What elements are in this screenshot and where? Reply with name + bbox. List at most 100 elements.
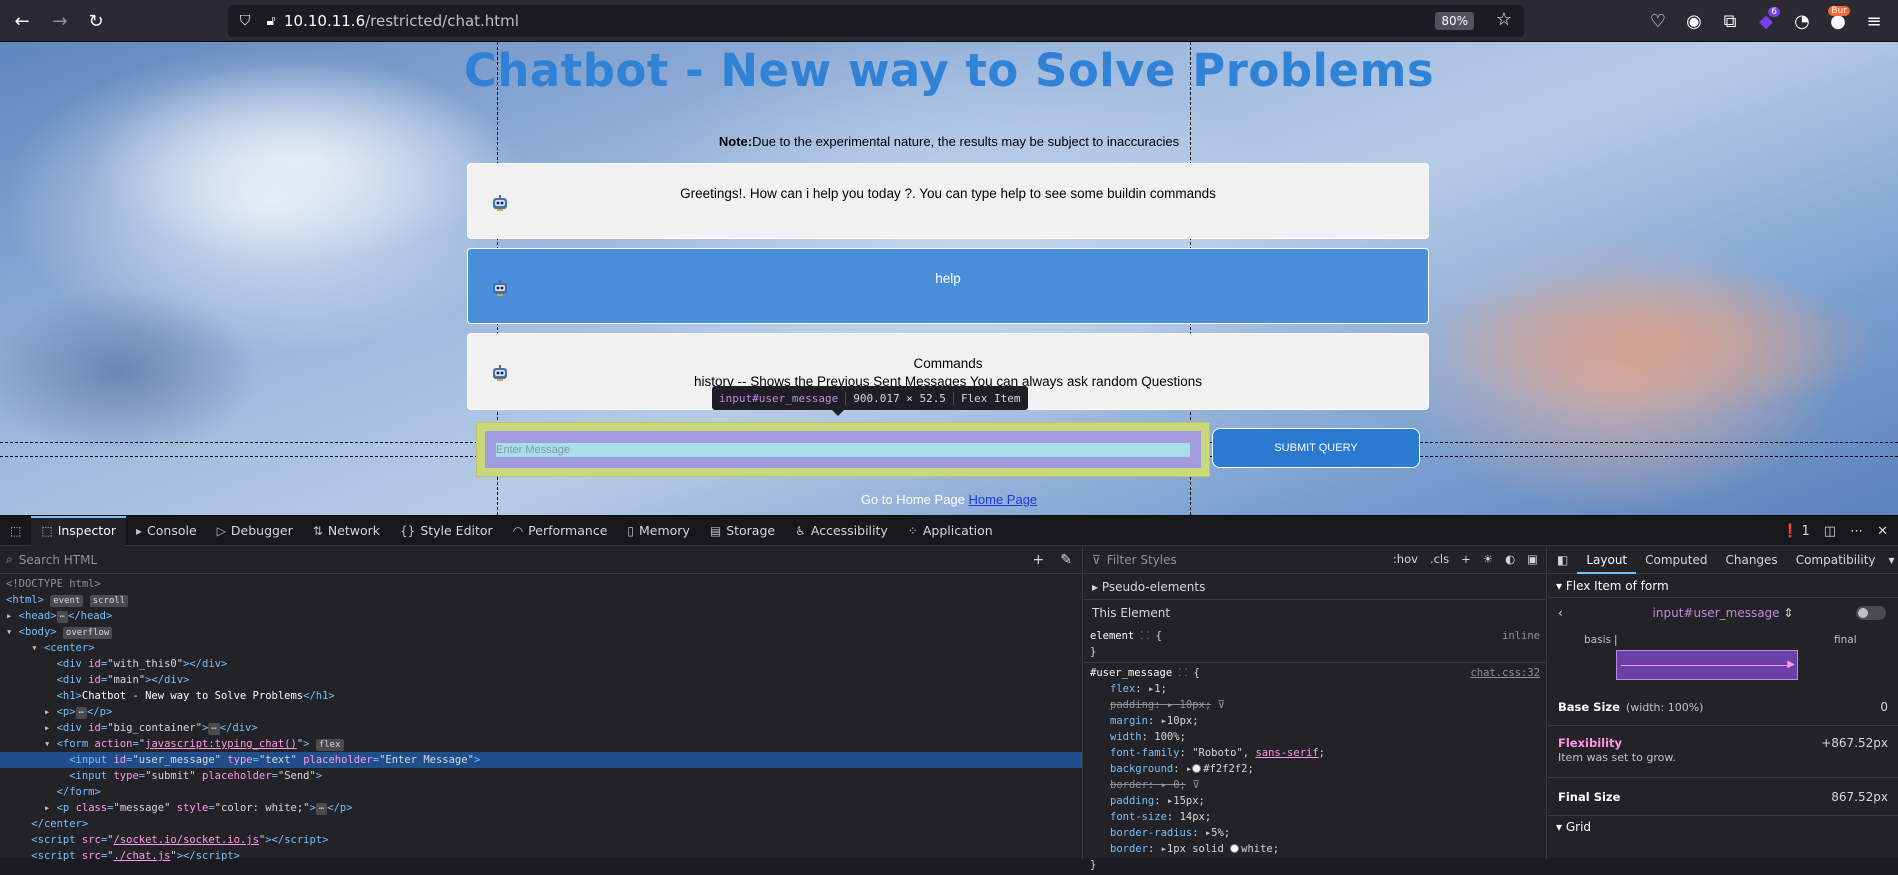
tab-debugger[interactable]: ▷ Debugger: [207, 516, 303, 546]
tab-console[interactable]: ▸ Console: [126, 516, 207, 546]
css-prop[interactable]: font-family: "Roboto", sans-serif;: [1090, 745, 1540, 761]
console-icon: ▸: [136, 523, 143, 538]
css-prop[interactable]: font-size: 14px;: [1090, 809, 1540, 825]
forward-arrow-icon[interactable]: →: [44, 5, 76, 37]
shield-icon[interactable]: ⛉: [232, 13, 258, 29]
tree-line[interactable]: ▾ <center>: [0, 640, 1082, 656]
more-options-icon[interactable]: ⋯: [1850, 524, 1863, 539]
tree-line[interactable]: <html> event scroll: [0, 592, 1082, 608]
tab-layout[interactable]: Layout: [1577, 546, 1636, 574]
tab-performance[interactable]: ◠ Performance: [503, 516, 618, 546]
css-prop[interactable]: padding: ▸ 10px; ⊽: [1090, 697, 1540, 713]
css-prop[interactable]: padding: ▸15px;: [1090, 793, 1540, 809]
styles-filter[interactable]: ⊽ Filter Styles :hov .cls + ☀ ◐ ▣: [1084, 546, 1546, 574]
url-bar[interactable]: ⛉ 🔓︎ 10.10.11.6/restricted/chat.html 80%…: [228, 5, 1524, 37]
tree-line[interactable]: <!DOCTYPE html>: [0, 576, 1082, 592]
highlight-toggle[interactable]: [1856, 606, 1886, 620]
css-prop[interactable]: background: ▸ #f2f2f2;: [1090, 761, 1540, 777]
tab-changes[interactable]: Changes: [1716, 546, 1786, 574]
tab-inspector[interactable]: ⬚ Inspector: [31, 515, 126, 546]
css-prop[interactable]: width: 100%;: [1090, 729, 1540, 745]
tree-line[interactable]: </form>: [0, 784, 1082, 800]
rule-source-link[interactable]: chat.css:32: [1470, 665, 1540, 681]
burp-extension-icon[interactable]: ● Bur: [1822, 5, 1854, 37]
css-prop[interactable]: border: ▸1px solid white;: [1090, 841, 1540, 857]
final-size-row: Final Size 867.52px: [1548, 778, 1898, 816]
tree-line[interactable]: <script src="/socket.io/socket.io.js"></…: [0, 832, 1082, 848]
error-count[interactable]: ❗ 1: [1782, 524, 1809, 539]
dock-side-icon[interactable]: ◫: [1824, 524, 1836, 539]
url-path: /restricted/chat.html: [365, 12, 519, 30]
css-prop[interactable]: border: ▸ 0; ⊽: [1090, 777, 1540, 793]
tree-line[interactable]: <script src="./chat.js"></script>: [0, 848, 1082, 864]
spy-extension-icon[interactable]: ◔: [1786, 5, 1818, 37]
this-element-heading: This Element: [1092, 606, 1171, 620]
css-prop[interactable]: border-radius: ▸5%;: [1090, 825, 1540, 841]
tree-line[interactable]: ▸ <p> ⋯ </p>: [0, 704, 1082, 720]
tab-compatibility[interactable]: Compatibility: [1787, 546, 1885, 574]
robot-avatar-icon: [490, 278, 510, 298]
tree-line[interactable]: ▸ <p class="message" style="color: white…: [0, 800, 1082, 816]
submit-query-button[interactable]: SUBMIT QUERY: [1212, 428, 1420, 468]
tree-line[interactable]: <input type="submit" placeholder="Send">: [0, 768, 1082, 784]
menu-icon[interactable]: ≡: [1858, 5, 1890, 37]
tree-line[interactable]: <div id="main"></div>: [0, 672, 1082, 688]
account-icon[interactable]: ◉: [1678, 5, 1710, 37]
bookmark-star-icon[interactable]: ☆: [1496, 9, 1512, 30]
tab-memory[interactable]: ▯ Memory: [617, 516, 699, 546]
html-search[interactable]: ⌕ Search HTML + ✎: [0, 546, 1082, 574]
reload-icon[interactable]: ↻: [80, 5, 112, 37]
light-scheme-icon[interactable]: ☀: [1483, 552, 1493, 566]
tab-network[interactable]: ⇅ Network: [303, 516, 390, 546]
message-text: help: [935, 271, 961, 286]
grid-section-heading[interactable]: ▾ Grid: [1548, 816, 1898, 838]
tab-application[interactable]: ⁘ Application: [898, 516, 1003, 546]
flex-item-heading[interactable]: ▾ Flex Item of form: [1548, 574, 1898, 598]
message-input[interactable]: [496, 443, 1190, 457]
eyedropper-icon[interactable]: ✎: [1060, 552, 1072, 568]
print-media-icon[interactable]: ▣: [1527, 552, 1538, 566]
pseudo-elements-section[interactable]: ▸ Pseudo-elements: [1084, 574, 1546, 600]
element-picker-icon[interactable]: ⬚: [0, 516, 31, 546]
tree-line[interactable]: ▾ <form action="javascript:typing_chat()…: [0, 736, 1082, 752]
home-page-link[interactable]: Home Page: [969, 492, 1038, 507]
filter-styles-placeholder: Filter Styles: [1106, 552, 1177, 567]
tree-line-selected[interactable]: <input id="user_message" type="text" pla…: [0, 752, 1082, 768]
final-label: final: [1834, 634, 1857, 646]
tab-computed[interactable]: Computed: [1636, 546, 1716, 574]
tree-line[interactable]: <h1>Chatbot - New way to Solve Problems<…: [0, 688, 1082, 704]
tree-line[interactable]: <div id="with_this0"></div>: [0, 656, 1082, 672]
toolbar-right-icons: ♡ ◉ ⧉ ◆ 6 ◔ ● Bur ≡: [1642, 0, 1898, 42]
application-icon: ⁘: [907, 523, 918, 538]
lock-icon[interactable]: 🔓︎: [258, 13, 284, 29]
close-devtools-icon[interactable]: ✕: [1877, 524, 1888, 539]
add-rule-icon[interactable]: +: [1461, 552, 1471, 566]
css-prop[interactable]: flex: ▸1;: [1090, 681, 1540, 697]
tab-accessibility[interactable]: ♿︎ Accessibility: [785, 516, 898, 546]
tree-line[interactable]: ▸ <head> ⋯ </head>: [0, 608, 1082, 624]
tree-line[interactable]: </center>: [0, 816, 1082, 832]
pocket-icon[interactable]: ♡: [1642, 5, 1674, 37]
css-prop[interactable]: margin: ▸10px;: [1090, 713, 1540, 729]
page-viewport: Chatbot - New way to Solve Problems Note…: [0, 42, 1898, 515]
extension-icon[interactable]: ◆ 6: [1750, 5, 1782, 37]
back-chevron-icon[interactable]: ‹: [1558, 606, 1563, 620]
hov-toggle[interactable]: :hov: [1393, 552, 1418, 566]
burp-badge: Bur: [1828, 6, 1850, 16]
dark-scheme-icon[interactable]: ◐: [1505, 552, 1515, 566]
tab-storage[interactable]: ▤ Storage: [700, 516, 785, 546]
extensions-icon[interactable]: ⧉: [1714, 5, 1746, 37]
cls-toggle[interactable]: .cls: [1430, 552, 1449, 566]
back-arrow-icon[interactable]: ←: [6, 5, 38, 37]
markup-pane: ⌕ Search HTML + ✎ <!DOCTYPE html> <html> …: [0, 546, 1083, 862]
tab-style-editor[interactable]: {} Style Editor: [390, 516, 503, 546]
tree-line[interactable]: ▸ <div id="big_container"> ⋯ </div>: [0, 720, 1082, 736]
inline-source: inline: [1502, 630, 1540, 642]
flex-item-selector[interactable]: ‹ input#user_message ⇕: [1548, 598, 1898, 628]
sidebar-toggle-icon[interactable]: ◧: [1548, 546, 1577, 574]
add-node-icon[interactable]: +: [1033, 552, 1045, 568]
tabs-overflow-icon[interactable]: ▾: [1885, 546, 1898, 574]
tree-line[interactable]: ▾ <body> overflow: [0, 624, 1082, 640]
flexibility-value: +867.52px: [1821, 736, 1888, 750]
zoom-indicator[interactable]: 80%: [1435, 12, 1474, 30]
